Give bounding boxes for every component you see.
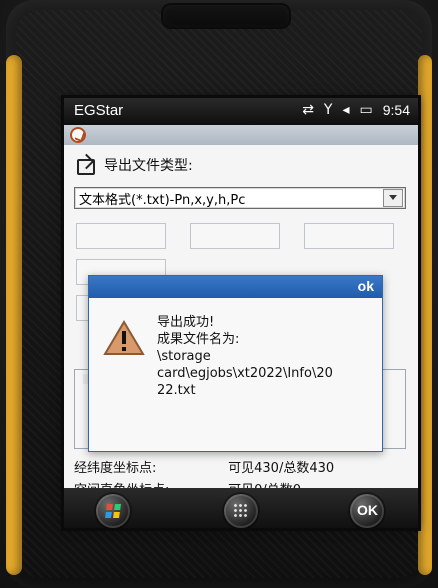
dialog-ok-button[interactable]: ok [358, 278, 374, 294]
softkey-ok-button[interactable]: OK [350, 494, 384, 528]
background-button[interactable] [76, 223, 166, 249]
background-button[interactable] [190, 223, 280, 249]
dialog-line-3: \storage [157, 349, 211, 364]
status-icons: ⇄ Y ◂ ▭ 9:54 [302, 102, 410, 118]
volume-icon: ◂ [342, 102, 350, 118]
export-type-select[interactable]: 文本格式(*.txt)-Pn,x,y,h,Pc [74, 187, 406, 209]
apps-grid-icon [233, 503, 249, 519]
export-form: 导出文件类型: 文本格式(*.txt)-Pn,x,y,h,Pc 经纬度坐标点: … [64, 145, 418, 528]
device-photo: EGStar ⇄ Y ◂ ▭ 9:54 导出文件类型: 文本格式(*.txt)-… [0, 0, 438, 588]
app-ribbon [64, 125, 418, 145]
dialog-header: ok [89, 276, 382, 298]
geodetic-points-value: 可见430/总数430 [228, 461, 335, 476]
warning-exclamation-dot [122, 347, 126, 351]
geodetic-points-label: 经纬度坐标点: [74, 461, 157, 476]
export-icon [76, 156, 95, 175]
dialog-line-4: card\egjobs\xt2022\Info\20 [157, 366, 333, 381]
start-button[interactable] [96, 494, 130, 528]
app-icon [70, 127, 86, 143]
apps-button[interactable] [224, 494, 258, 528]
export-type-value: 文本格式(*.txt)-Pn,x,y,h,Pc [79, 193, 246, 208]
device-body: EGStar ⇄ Y ◂ ▭ 9:54 导出文件类型: 文本格式(*.txt)-… [6, 0, 432, 588]
warning-icon [103, 320, 145, 356]
device-screen: EGStar ⇄ Y ◂ ▭ 9:54 导出文件类型: 文本格式(*.txt)-… [64, 98, 418, 528]
softkey-ok-label: OK [357, 502, 378, 518]
battery-icon: ▭ [359, 102, 373, 118]
warning-triangle [103, 320, 145, 355]
geodetic-points-row: 经纬度坐标点: 可见430/总数430 [74, 457, 334, 476]
device-speaker-grill [161, 3, 291, 29]
signal-icon: Y [323, 102, 333, 118]
status-bar: EGStar ⇄ Y ◂ ▭ 9:54 [64, 98, 418, 125]
dialog-line-2: 成果文件名为: [157, 332, 240, 347]
background-button[interactable] [304, 223, 394, 249]
dialog-line-5: 22.txt [157, 383, 196, 398]
softkey-bar: OK [64, 488, 418, 528]
time: 9:54 [382, 102, 410, 118]
device-bumper-left [6, 55, 22, 575]
warning-exclamation-bar [122, 331, 126, 344]
export-success-dialog: ok 导出成功! 成果文件名为: \storage card\egjobs\xt… [88, 275, 383, 452]
windows-start-icon [105, 504, 121, 518]
device-bumper-right [418, 55, 432, 575]
dialog-message: 导出成功! 成果文件名为: \storage card\egjobs\xt202… [157, 314, 367, 399]
data-transfer-icon: ⇄ [302, 102, 314, 118]
app-title: EGStar [74, 102, 124, 119]
export-type-row: 导出文件类型: [76, 155, 193, 175]
dropdown-arrow-icon[interactable] [383, 189, 403, 207]
export-type-label: 导出文件类型: [104, 158, 193, 174]
dialog-line-1: 导出成功! [157, 315, 215, 330]
